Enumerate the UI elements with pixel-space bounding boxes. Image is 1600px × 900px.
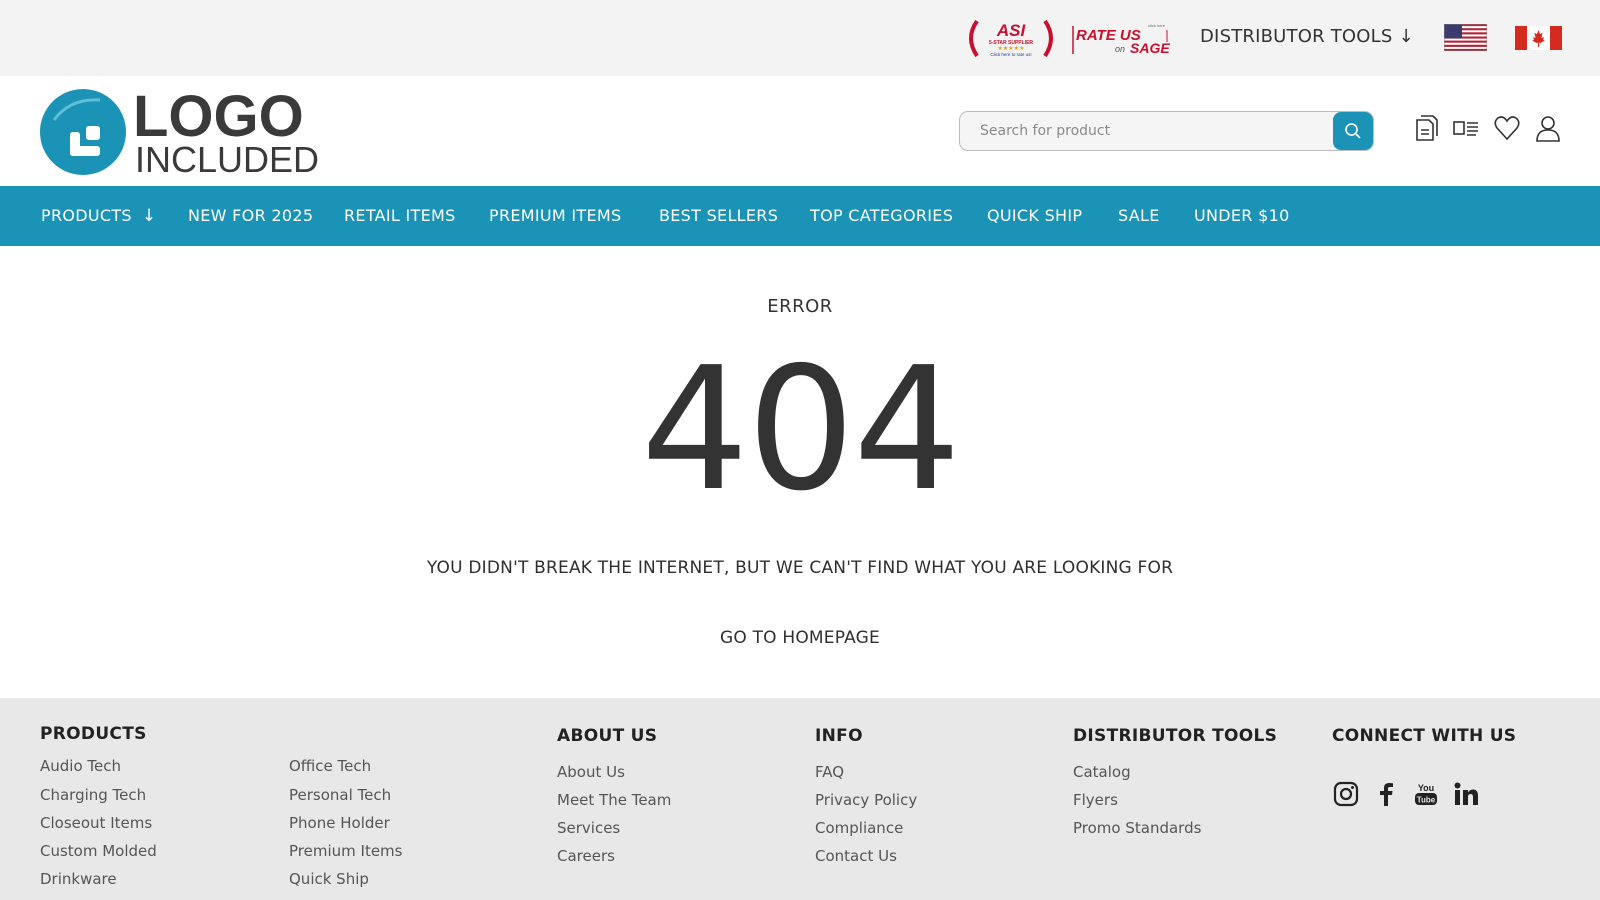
nav-item-new-for-2025[interactable]: NEW FOR 2025 <box>188 206 313 225</box>
instagram-icon[interactable] <box>1332 780 1360 808</box>
error-message: YOU DIDN'T BREAK THE INTERNET, BUT WE CA… <box>426 558 1174 578</box>
asi-rating-badge[interactable]: ASI 5-STAR SUPPLIER ★★★★★ Click here to … <box>965 18 1057 59</box>
distributor-tools-menu[interactable]: DISTRIBUTOR TOOLS ↓ <box>1200 26 1414 47</box>
compare-icon[interactable] <box>1452 114 1480 142</box>
site-header: LOGO INCLUDED <box>0 76 1600 186</box>
footer-link[interactable]: Catalog <box>1073 763 1131 781</box>
us-flag-icon[interactable] <box>1444 24 1487 51</box>
footer-heading-distributor: DISTRIBUTOR TOOLS <box>1073 726 1278 746</box>
error-label: ERROR <box>767 296 833 317</box>
asi-badge-main: ASI <box>996 21 1027 40</box>
nav-item-quick-ship[interactable]: QUICK SHIP <box>987 206 1082 225</box>
nav-item-retail-items[interactable]: RETAIL ITEMS <box>344 206 456 225</box>
footer-link[interactable]: Contact Us <box>815 847 897 865</box>
footer-heading-info: INFO <box>815 726 863 746</box>
catalog-icon[interactable] <box>1411 114 1439 142</box>
nav-item-products[interactable]: PRODUCTS ↓ <box>41 206 156 226</box>
nav-item-sale[interactable]: SALE <box>1118 206 1160 225</box>
site-logo[interactable]: LOGO INCLUDED <box>40 86 340 178</box>
nav-item-premium-items[interactable]: PREMIUM ITEMS <box>489 206 621 225</box>
footer-link[interactable]: Quick Ship <box>289 870 369 888</box>
search-input[interactable] <box>960 112 1335 150</box>
footer-link[interactable]: Services <box>557 819 620 837</box>
footer-link[interactable]: Compliance <box>815 819 903 837</box>
asi-badge-sub: Click here to rate us! <box>990 52 1031 57</box>
search-icon <box>1345 123 1361 139</box>
linkedin-icon[interactable] <box>1452 780 1480 808</box>
arrow-down-icon: ↓ <box>1398 25 1414 47</box>
footer-link[interactable]: Flyers <box>1073 791 1118 809</box>
nav-item-best-sellers[interactable]: BEST SELLERS <box>659 206 778 225</box>
error-code: 404 <box>640 331 961 529</box>
search-bar <box>959 111 1374 151</box>
footer-heading-about: ABOUT US <box>557 726 658 746</box>
go-to-homepage-link[interactable]: GO TO HOMEPAGE <box>0 628 1600 648</box>
youtube-icon[interactable]: You Tube <box>1412 780 1440 808</box>
homepage-link-label: GO TO HOMEPAGE <box>720 628 880 648</box>
arrow-down-icon: ↓ <box>141 206 157 226</box>
top-utility-bar: ASI 5-STAR SUPPLIER ★★★★★ Click here to … <box>0 0 1600 76</box>
footer-link[interactable]: Promo Standards <box>1073 819 1201 837</box>
footer-link[interactable]: About Us <box>557 763 625 781</box>
sage-badge-corner: click here <box>1148 23 1166 28</box>
svg-text:You: You <box>1418 783 1434 793</box>
nav-item-top-categories[interactable]: TOP CATEGORIES <box>810 206 953 225</box>
footer-link[interactable]: Meet The Team <box>557 791 671 809</box>
footer-link[interactable]: Custom Molded <box>40 842 157 860</box>
sage-badge-brand: SAGE <box>1130 40 1170 56</box>
main-nav: PRODUCTS ↓ NEW FOR 2025 RETAIL ITEMS PREM… <box>0 186 1600 246</box>
sage-rating-badge[interactable]: click here RATE US on SAGE <box>1071 22 1171 56</box>
nav-item-label: PRODUCTS <box>41 206 132 225</box>
sage-badge-on: on <box>1115 44 1125 54</box>
footer-link[interactable]: Drinkware <box>40 870 117 888</box>
footer-link[interactable]: Closeout Items <box>40 814 152 832</box>
footer-link[interactable]: Careers <box>557 847 615 865</box>
footer-link[interactable]: Personal Tech <box>289 786 391 804</box>
footer-link[interactable]: Office Tech <box>289 757 371 775</box>
footer-link[interactable]: Audio Tech <box>40 757 121 775</box>
footer-link[interactable]: Charging Tech <box>40 786 146 804</box>
footer-link[interactable]: FAQ <box>815 763 844 781</box>
search-button[interactable] <box>1333 112 1373 150</box>
ca-flag-icon[interactable] <box>1515 26 1562 50</box>
facebook-icon[interactable] <box>1372 780 1400 808</box>
svg-text:Tube: Tube <box>1417 796 1436 805</box>
footer-link[interactable]: Privacy Policy <box>815 791 917 809</box>
footer-heading-products: PRODUCTS <box>40 724 147 744</box>
footer-link[interactable]: Phone Holder <box>289 814 390 832</box>
heart-icon[interactable] <box>1493 114 1521 142</box>
user-icon[interactable] <box>1534 114 1562 142</box>
footer-link[interactable]: Premium Items <box>289 842 402 860</box>
nav-item-under-10[interactable]: UNDER $10 <box>1194 206 1290 225</box>
asi-badge-star-row: ★★★★★ <box>998 45 1025 52</box>
footer-heading-connect: CONNECT WITH US <box>1332 726 1517 746</box>
logo-line2: INCLUDED <box>135 139 319 178</box>
distributor-tools-label: DISTRIBUTOR TOOLS <box>1200 26 1393 47</box>
